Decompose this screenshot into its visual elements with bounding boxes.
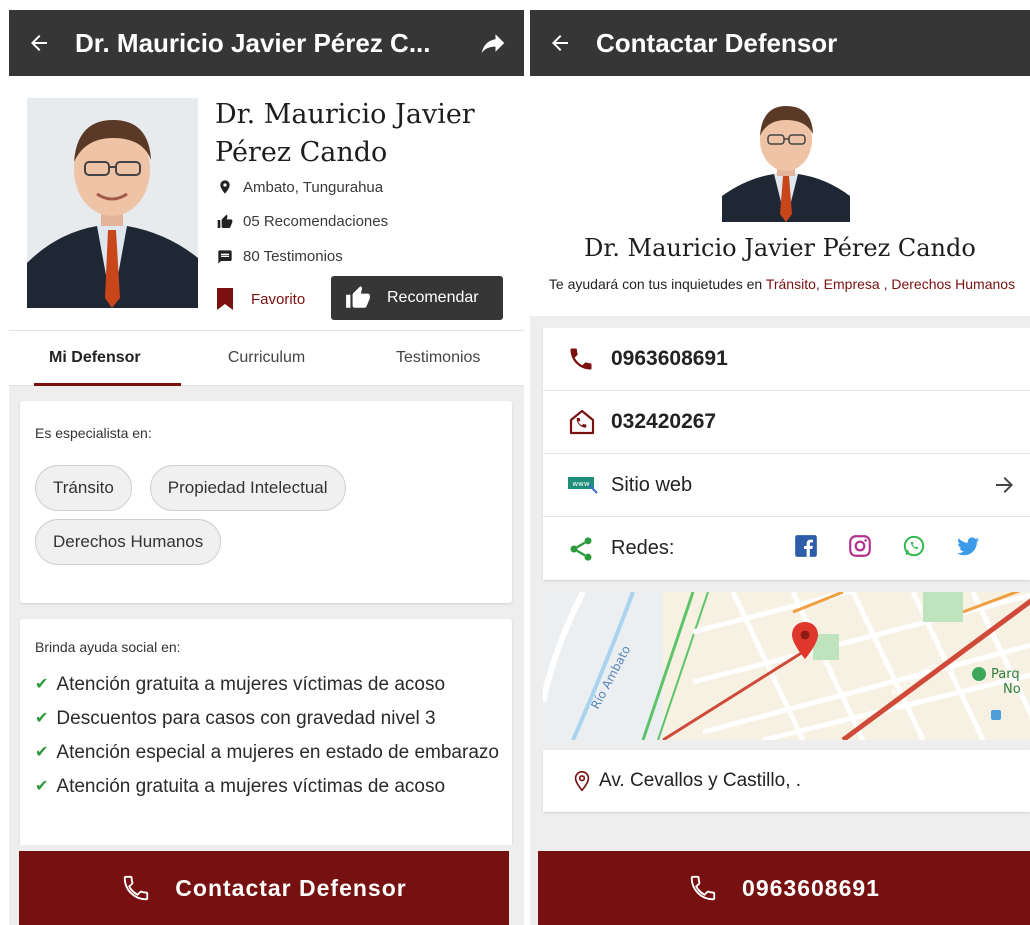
home-phone-icon (567, 407, 603, 437)
website-label: Sitio web (611, 473, 693, 496)
bookmark-icon (217, 288, 233, 310)
map-park-label-2: No (1003, 682, 1021, 697)
lawyer-name: Dr. Mauricio Javier Pérez Cando (584, 234, 976, 262)
location-map[interactable]: Río Ambato Av. Cevallos Parq No (543, 592, 1030, 740)
social-help-label: Brinda ayuda social en: (35, 639, 181, 655)
help-areas: Tránsito, Empresa , Derechos Humanos (765, 276, 1016, 292)
help-prefix: Te ayudará con tus inquietudes en (548, 276, 763, 292)
profile-tabs: Mi Defensor Curriculum Testimonios (9, 330, 524, 386)
website-row[interactable]: www Sitio web (543, 454, 1030, 517)
app-bar-title: Contactar Defensor (596, 27, 838, 58)
testimonials-row: 80 Testimonios (217, 248, 343, 265)
social-help-text: Atención especial a mujeres en estado de… (56, 742, 499, 763)
help-areas-text: Te ayudará con tus inquietudes en Tránsi… (534, 276, 1030, 292)
list-item: ✔ Atención especial a mujeres en estado … (35, 743, 512, 763)
lawyer-profile-screen: Dr. Mauricio Javier Pérez C... Dr. Mauri… (9, 10, 524, 925)
share-icon[interactable] (478, 28, 508, 58)
contact-content: 0963608691 032420267 www Sitio web Redes… (530, 316, 1030, 925)
specialty-chip[interactable]: Derechos Humanos (35, 519, 222, 565)
profile-header: Dr. Mauricio Javier Pérez Cando Ambato, … (9, 76, 524, 330)
phone-icon (124, 875, 149, 901)
specialty-chip[interactable]: Tránsito (35, 465, 132, 511)
contact-lawyer-button[interactable]: Contactar Defensor (19, 851, 509, 925)
lawyer-name: Dr. Mauricio Javier Pérez Cando (215, 99, 475, 168)
location-pin-icon (220, 180, 230, 194)
lawyer-summary: Dr. Mauricio Javier Pérez Cando Te ayuda… (530, 76, 1030, 316)
mobile-number: 0963608691 (611, 347, 728, 370)
tab-curriculum[interactable]: Curriculum (181, 331, 353, 385)
specialty-chip[interactable]: Propiedad Intelectual (149, 465, 346, 511)
testimonials-text: 80 Testimonios (243, 248, 343, 265)
social-icons (793, 533, 981, 565)
landline-number: 032420267 (611, 410, 717, 433)
back-arrow-icon[interactable] (546, 29, 574, 57)
landline-row[interactable]: 032420267 (543, 391, 1030, 454)
specialties-card: Es especialista en: Tránsito Propiedad I… (20, 401, 512, 603)
social-help-text: Atención gratuita a mujeres víctimas de … (56, 674, 446, 695)
check-icon: ✔ (35, 676, 49, 693)
arrow-right-icon (996, 477, 1013, 493)
social-help-text: Atención gratuita a mujeres víctimas de … (56, 776, 446, 797)
list-item: ✔ Descuentos para casos con gravedad niv… (35, 709, 512, 729)
location-text: Ambato, Tungurahua (243, 178, 384, 196)
comment-icon (218, 249, 232, 264)
recommend-label: Recomendar (387, 289, 479, 306)
lawyer-photo (27, 98, 198, 308)
specialties-label: Es especialista en: (35, 425, 152, 441)
recommend-button[interactable]: Recomendar (331, 276, 503, 320)
social-help-card: Brinda ayuda social en: ✔ Atención gratu… (20, 619, 512, 879)
tab-mi-defensor[interactable]: Mi Defensor (9, 331, 181, 386)
thumbs-up-icon (346, 286, 370, 308)
thumbs-up-icon (217, 214, 233, 228)
location-pin-icon (574, 771, 590, 792)
address-row[interactable]: Av. Cevallos y Castillo, . (543, 750, 1030, 812)
facebook-icon[interactable] (793, 533, 819, 565)
call-button[interactable]: 0963608691 (538, 851, 1030, 925)
svg-text:www: www (572, 480, 589, 488)
specialty-chips: Tránsito Propiedad Intelectual Derechos … (35, 465, 498, 573)
social-help-text: Descuentos para casos con gravedad nivel… (56, 708, 436, 729)
recommendations-row: 05 Recomendaciones (217, 213, 388, 230)
favorite-button[interactable]: Favorito (217, 288, 305, 310)
address-text: Av. Cevallos y Castillo, . (599, 770, 802, 791)
favorite-label: Favorito (251, 290, 306, 308)
list-item: ✔ Atención gratuita a mujeres víctimas d… (35, 675, 512, 695)
check-icon: ✔ (35, 710, 49, 727)
instagram-icon[interactable] (847, 533, 873, 565)
mobile-row[interactable]: 0963608691 (543, 328, 1030, 391)
tab-content: Es especialista en: Tránsito Propiedad I… (9, 386, 524, 906)
check-icon: ✔ (35, 778, 49, 795)
list-item: ✔ Atención gratuita a mujeres víctimas d… (35, 777, 512, 797)
whatsapp-icon[interactable] (901, 533, 927, 565)
check-icon: ✔ (35, 744, 49, 761)
recommendations-text: 05 Recomendaciones (243, 213, 389, 230)
call-number-label: 0963608691 (742, 874, 880, 901)
back-arrow-icon[interactable] (25, 29, 53, 57)
phone-icon (567, 345, 603, 373)
www-icon: www (567, 475, 603, 495)
twitter-icon[interactable] (955, 533, 981, 565)
phone-icon (690, 875, 716, 901)
contact-lawyer-label: Contactar Defensor (175, 874, 407, 901)
tab-testimonios[interactable]: Testimonios (352, 331, 524, 385)
location-row: Ambato, Tungurahua (217, 178, 383, 196)
social-networks-row: Redes: (543, 517, 1030, 580)
contact-lawyer-screen: Contactar Defensor Dr. Mauricio Javier P… (530, 10, 1030, 925)
lawyer-photo (722, 96, 850, 222)
app-bar-title: Dr. Mauricio Javier Pérez C... (75, 27, 431, 58)
app-bar: Dr. Mauricio Javier Pérez C... (9, 10, 524, 76)
contact-card: 0963608691 032420267 www Sitio web Redes… (543, 328, 1030, 580)
share-icon (567, 535, 603, 563)
networks-label: Redes: (611, 537, 675, 559)
app-bar: Contactar Defensor (530, 10, 1030, 76)
map-park-label: Parq (991, 667, 1020, 682)
